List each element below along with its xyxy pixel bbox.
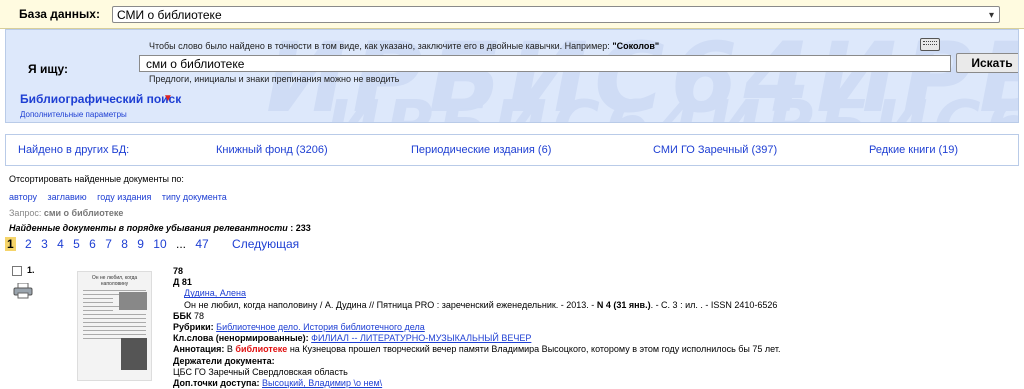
record-code2: Д 81	[173, 277, 192, 288]
record-description: Он не любил, когда наполовину / А. Дудин…	[173, 300, 1013, 311]
other-db-link[interactable]: СМИ ГО Заречный (397)	[653, 144, 777, 156]
other-db-link[interactable]: Периодические издания (6)	[411, 144, 551, 156]
search-hint-example: "Соколов"	[612, 41, 660, 51]
next-page-link[interactable]: Следующая	[232, 237, 299, 251]
record-number: 1.	[27, 265, 35, 275]
extra-params-link[interactable]: Дополнительные параметры	[20, 110, 127, 119]
arrow-down-icon[interactable]: ▼	[163, 93, 173, 104]
database-select-value: СМИ о библиотеке	[117, 8, 222, 22]
keyboard-icon[interactable]	[920, 38, 940, 51]
sort-by-title[interactable]: заглавию	[48, 192, 87, 202]
access-points-label: Доп.точки доступа:	[173, 378, 260, 389]
rubrics-link[interactable]: Библиотечное дело. История библиотечного…	[216, 322, 425, 332]
database-label: База данных:	[19, 7, 100, 21]
page-link[interactable]: 2	[25, 237, 32, 251]
other-db-link[interactable]: Редкие книги (19)	[869, 144, 958, 156]
database-bar: База данных: СМИ о библиотеке ▾	[0, 0, 1024, 29]
rubrics-label: Рубрики:	[173, 322, 214, 333]
annotation-text: В	[226, 344, 233, 355]
sort-options: автору заглавию году издания типу докуме…	[9, 192, 235, 202]
holders-label: Держатели документа:	[173, 355, 275, 366]
page-link[interactable]: 7	[105, 237, 112, 251]
record-code1: 78	[173, 266, 184, 276]
request-value: сми о библиотеке	[43, 208, 124, 218]
record-details: 78 Д 81 Дудина, Алена Он не любил, когда…	[173, 266, 1013, 389]
bbk-value: 78	[193, 310, 204, 321]
page-ellipsis: ...	[175, 237, 186, 251]
other-db-link[interactable]: Книжный фонд (3206)	[216, 144, 328, 156]
request-label: Запрос:	[9, 208, 42, 218]
request-line: Запрос: сми о библиотеке	[9, 208, 123, 218]
thumbnail-title: Он не любил, когда наполовину	[91, 275, 138, 287]
page-link[interactable]: 6	[89, 237, 96, 251]
found-count: Найденные документы в порядке убывания р…	[9, 223, 311, 233]
search-button[interactable]: Искать	[956, 53, 1018, 73]
sort-by-year[interactable]: году издания	[97, 192, 151, 202]
record-description-text: Он не любил, когда наполовину / А. Дудин…	[184, 299, 595, 310]
record-thumbnail[interactable]: Он не любил, когда наполовину	[77, 271, 152, 381]
chevron-down-icon: ▾	[988, 10, 994, 21]
search-input[interactable]: сми о библиотеке	[139, 55, 951, 72]
keywords-link[interactable]: ФИЛИАЛ -- ЛИТЕРАТУРНО-МУЗЫКАЛЬНЫЙ ВЕЧЕР	[311, 333, 531, 343]
page-link[interactable]: 8	[121, 237, 128, 251]
other-databases-bar: Найдено в других БД: Книжный фонд (3206)…	[5, 134, 1019, 166]
keywords-label: Кл.слова (ненормированные):	[173, 333, 309, 344]
search-subhint: Предлоги, инициалы и знаки препинания мо…	[149, 74, 400, 84]
access-points-link[interactable]: Высоцкий, Владимир \о нем\	[262, 378, 382, 388]
page-link[interactable]: 10	[153, 237, 166, 251]
page-link-last[interactable]: 47	[195, 237, 208, 251]
search-hint-text: Чтобы слово было найдено в точности в то…	[149, 41, 610, 51]
printer-icon[interactable]	[13, 283, 33, 299]
record-description-tail: . - С. 3 : ил. . - ISSN 2410-6526	[650, 299, 778, 310]
bibliographic-search-link[interactable]: Библиографический поиск	[20, 92, 181, 106]
page-current: 1	[5, 237, 16, 251]
watermark-logo-2: ИРБИС64ИРБИС64	[326, 88, 1018, 122]
pagination: 1 2 3 4 5 6 7 8 9 10 ... 47 Следующая	[5, 237, 305, 251]
annotation-highlight: библиотеке	[235, 344, 288, 355]
holders-value: ЦБС ГО Заречный Свердловская область	[173, 366, 348, 377]
search-panel: ИРБИС64ИРБИС64 ИРБИС64ИРБИС64 Чтобы слов…	[5, 29, 1019, 123]
page-link[interactable]: 5	[73, 237, 80, 251]
search-label: Я ищу:	[28, 62, 68, 76]
search-hint: Чтобы слово было найдено в точности в то…	[149, 41, 659, 51]
sort-label: Отсортировать найденные документы по:	[9, 174, 184, 184]
record-author-link[interactable]: Дудина, Алена	[184, 288, 246, 298]
sort-by-type[interactable]: типу документа	[162, 192, 227, 202]
record-issue: N 4 (31 янв.)	[596, 299, 651, 310]
bbk-label: ББК	[173, 310, 192, 321]
found-number: : 233	[290, 223, 311, 233]
annotation-text-rest: на Кузнецова прошел творческий вечер пам…	[289, 344, 781, 355]
page-link[interactable]: 9	[137, 237, 144, 251]
found-label: Найденные документы в порядке убывания р…	[9, 223, 288, 233]
page-link[interactable]: 3	[41, 237, 48, 251]
annotation-label: Аннотация:	[173, 344, 225, 355]
database-select[interactable]: СМИ о библиотеке ▾	[112, 6, 1000, 23]
sort-by-author[interactable]: автору	[9, 192, 37, 202]
record-checkbox[interactable]	[12, 266, 22, 276]
other-databases-label: Найдено в других БД:	[18, 144, 130, 156]
page-link[interactable]: 4	[57, 237, 64, 251]
